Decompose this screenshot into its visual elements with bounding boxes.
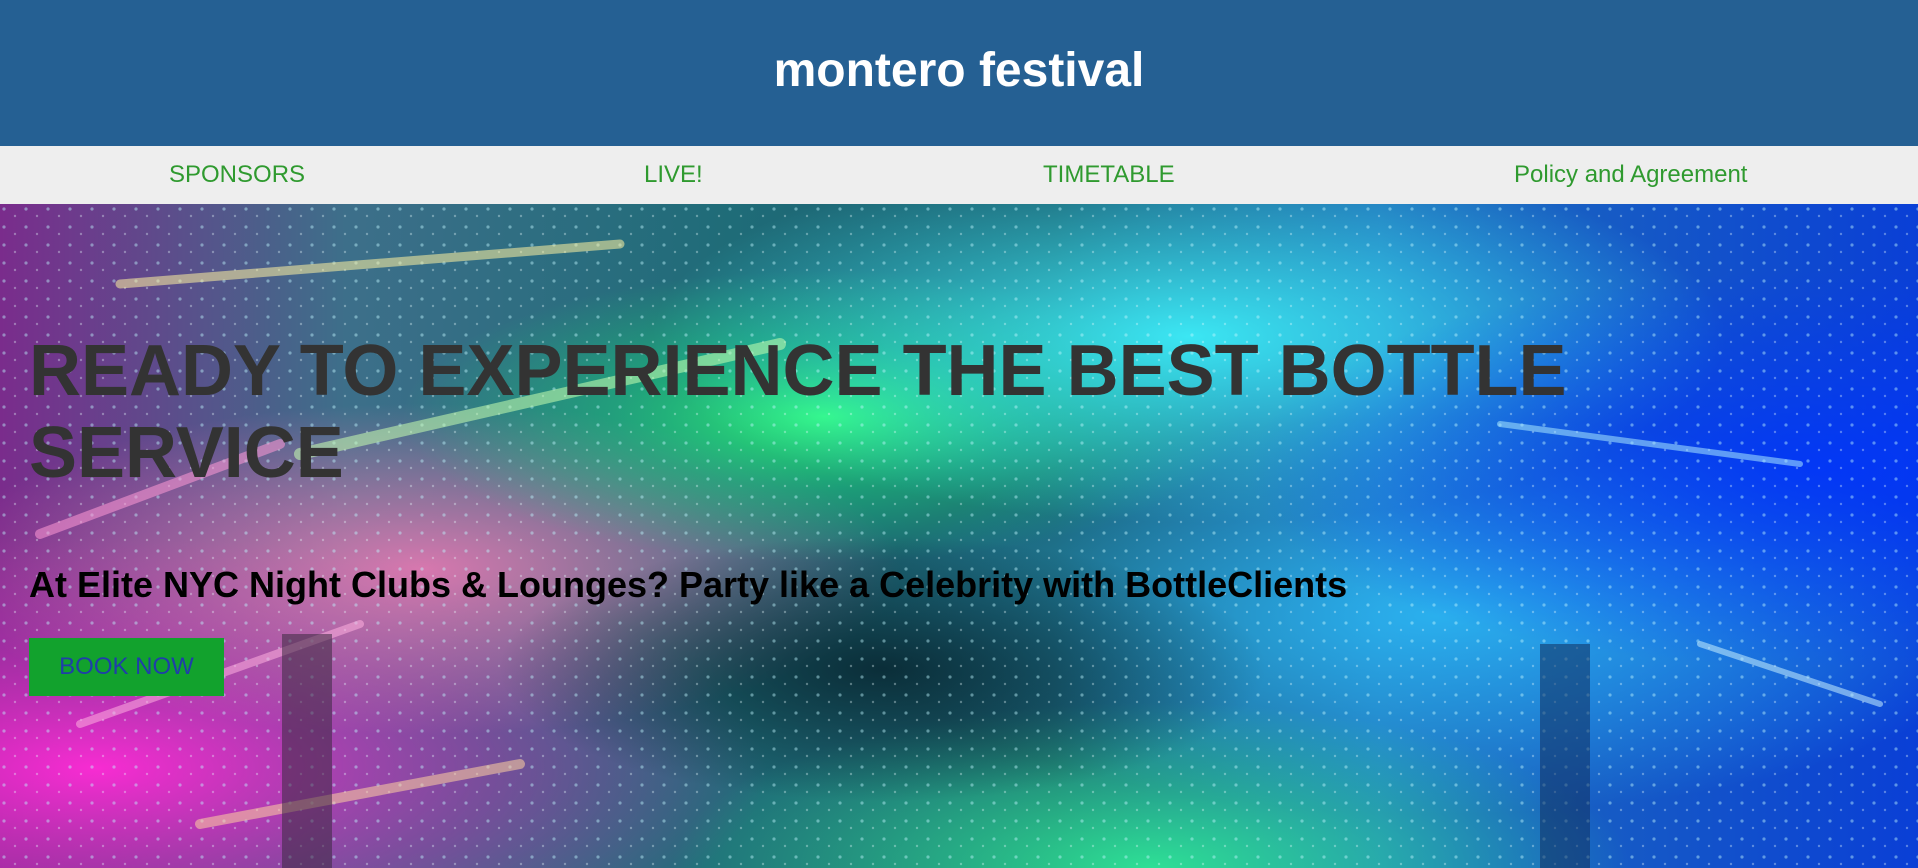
nav-link-live[interactable]: LIVE! [644,146,703,204]
nav-link-sponsors[interactable]: SPONSORS [169,146,305,204]
book-now-button[interactable]: BOOK NOW [29,638,224,696]
nav-link-timetable[interactable]: TIMETABLE [1043,146,1175,204]
site-title: montero festival [773,44,1145,97]
hero-subheading: At Elite NYC Night Clubs & Lounges? Part… [29,564,1348,605]
hero-heading: READY TO EXPERIENCE THE BEST BOTTLE SERV… [29,331,1567,493]
hero-section: READY TO EXPERIENCE THE BEST BOTTLE SERV… [0,204,1918,868]
nav-link-policy-and-agreement[interactable]: Policy and Agreement [1514,146,1747,204]
site-header: montero festival [0,0,1918,146]
main-nav: SPONSORS LIVE! TIMETABLE Policy and Agre… [0,146,1918,204]
hero-background-image [0,204,1918,868]
